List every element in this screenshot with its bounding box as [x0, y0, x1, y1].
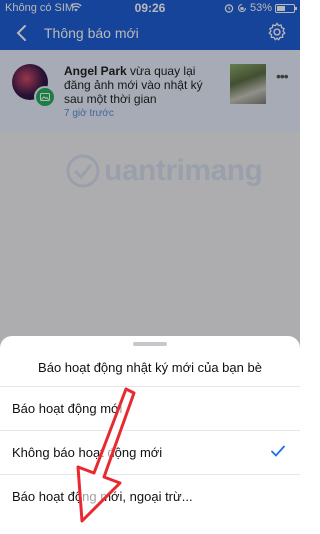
- sheet-drag-handle[interactable]: [133, 342, 167, 346]
- red-arrow-annotation: [76, 387, 136, 523]
- sheet-title: Báo hoạt động nhật ký mới của bạn bè: [38, 360, 262, 375]
- checkmark-icon: [271, 445, 285, 457]
